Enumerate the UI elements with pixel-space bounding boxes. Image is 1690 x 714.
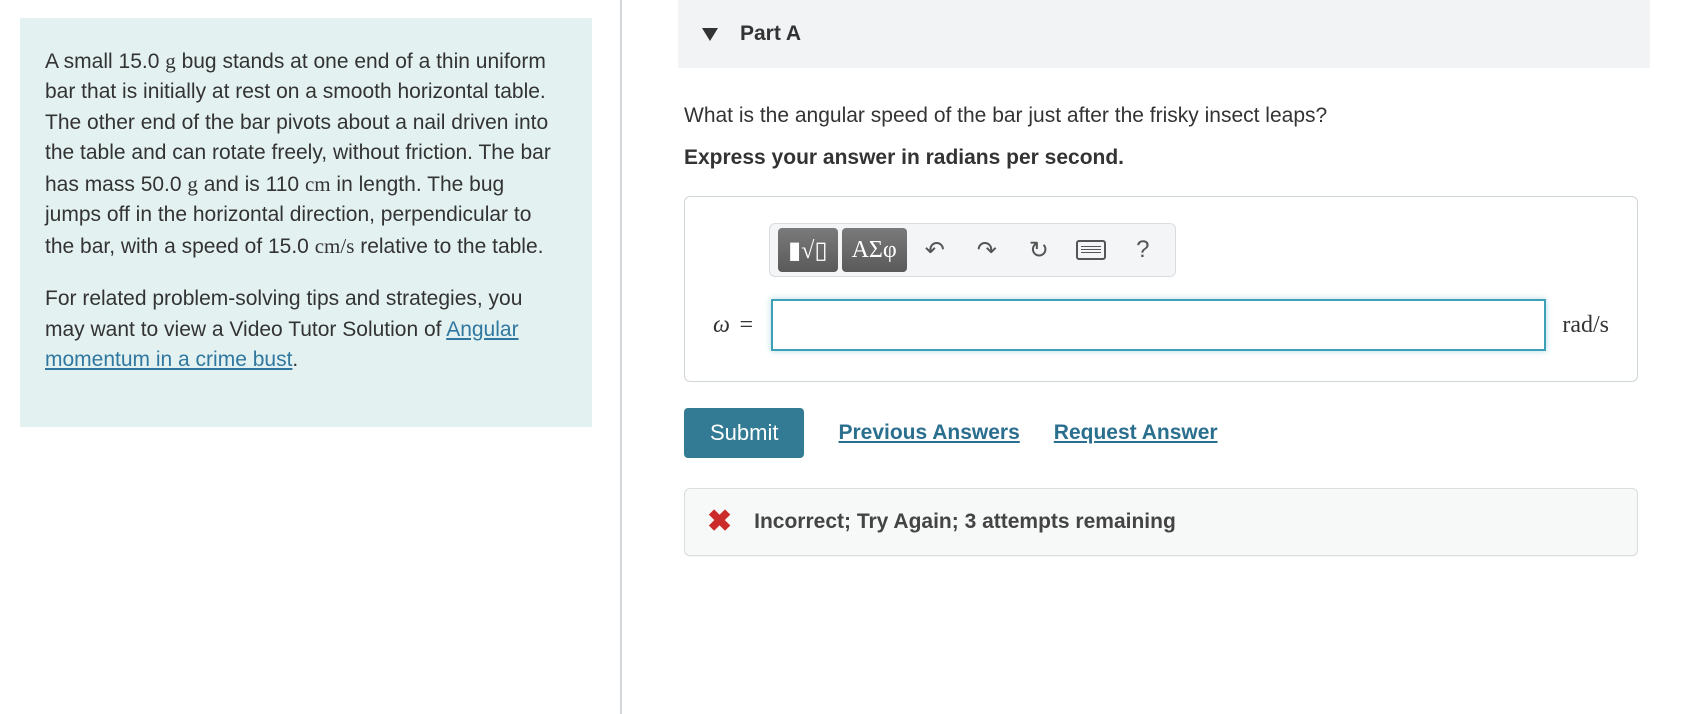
chevron-down-icon	[702, 28, 718, 41]
question-text: What is the angular speed of the bar jus…	[684, 104, 1638, 128]
template-icon: ▮√▯	[788, 236, 828, 265]
feedback-text: Incorrect; Try Again; 3 attempts remaini…	[754, 510, 1176, 534]
unit-label: rad/s	[1562, 312, 1609, 339]
keyboard-icon	[1076, 240, 1106, 260]
keyboard-button[interactable]	[1067, 228, 1115, 272]
problem-paragraph-2: For related problem-solving tips and str…	[45, 284, 562, 375]
part-title: Part A	[740, 22, 801, 46]
text: and is 110	[198, 173, 305, 196]
reset-button[interactable]: ↻	[1015, 228, 1063, 272]
unit-g: g	[187, 172, 198, 196]
help-button[interactable]: ?	[1119, 228, 1167, 272]
feedback-banner: ✖ Incorrect; Try Again; 3 attempts remai…	[684, 488, 1638, 556]
part-a-header[interactable]: Part A	[678, 0, 1650, 68]
answer-instruction: Express your answer in radians per secon…	[684, 146, 1638, 170]
page-root: A small 15.0 g bug stands at one end of …	[0, 0, 1690, 714]
text: A small 15.0	[45, 50, 165, 73]
equation-toolbar: ▮√▯ ΑΣφ ↶ ↷ ↻	[769, 223, 1176, 277]
help-icon: ?	[1136, 236, 1149, 264]
text: relative to the table.	[354, 235, 543, 258]
question-area: What is the angular speed of the bar jus…	[678, 104, 1650, 556]
problem-statement: A small 15.0 g bug stands at one end of …	[20, 18, 592, 427]
answer-input[interactable]	[771, 299, 1546, 351]
problem-column: A small 15.0 g bug stands at one end of …	[0, 0, 620, 714]
undo-button[interactable]: ↶	[911, 228, 959, 272]
request-answer-link[interactable]: Request Answer	[1054, 421, 1218, 445]
previous-answers-link[interactable]: Previous Answers	[838, 421, 1019, 445]
greek-icon: ΑΣφ	[852, 237, 897, 264]
redo-icon: ↷	[977, 236, 997, 265]
unit-g: g	[165, 49, 176, 73]
template-button[interactable]: ▮√▯	[778, 228, 838, 272]
unit-cmps: cm/s	[315, 234, 355, 258]
undo-icon: ↶	[925, 236, 945, 265]
answer-column: Part A What is the angular speed of the …	[622, 0, 1690, 714]
problem-paragraph-1: A small 15.0 g bug stands at one end of …	[45, 46, 562, 262]
greek-button[interactable]: ΑΣφ	[842, 228, 907, 272]
answer-row: ω = rad/s	[713, 299, 1609, 351]
reset-icon: ↻	[1029, 236, 1049, 265]
unit-cm: cm	[305, 172, 331, 196]
text: .	[292, 348, 298, 371]
redo-button[interactable]: ↷	[963, 228, 1011, 272]
incorrect-icon: ✖	[707, 507, 732, 537]
variable-label: ω =	[713, 312, 755, 339]
action-row: Submit Previous Answers Request Answer	[684, 408, 1638, 458]
submit-button[interactable]: Submit	[684, 408, 804, 458]
answer-shell: ▮√▯ ΑΣφ ↶ ↷ ↻	[684, 196, 1638, 382]
